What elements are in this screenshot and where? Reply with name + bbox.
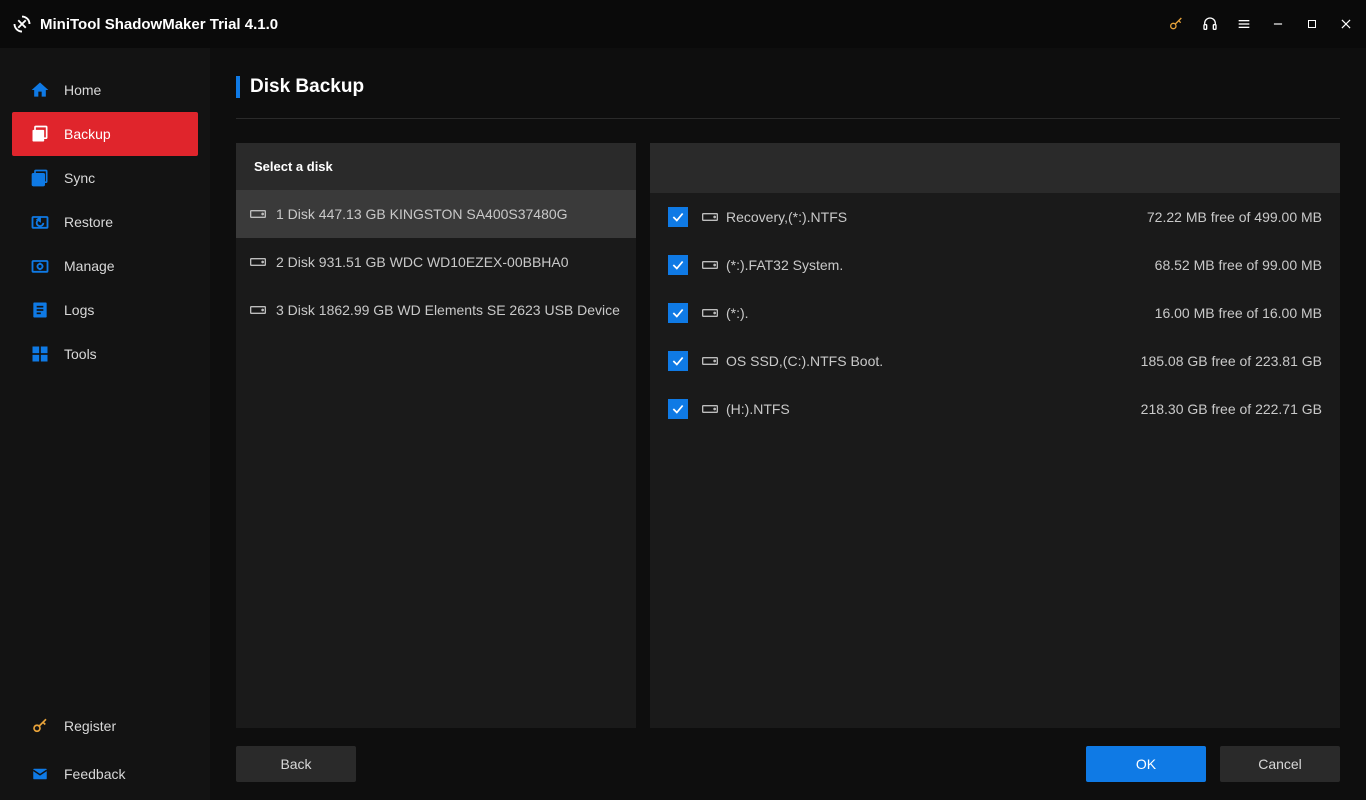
app-title: MiniTool ShadowMaker Trial 4.1.0 — [40, 16, 278, 33]
disk-label: 1 Disk 447.13 GB KINGSTON SA400S37480G — [276, 206, 568, 222]
checkbox-checked[interactable] — [668, 303, 688, 323]
sidebar-item-register[interactable]: Register — [12, 704, 198, 748]
cancel-button[interactable]: Cancel — [1220, 746, 1340, 782]
partition-name: (*:).FAT32 System. — [726, 257, 843, 273]
disk-icon — [250, 256, 266, 268]
sync-icon — [30, 168, 50, 188]
partition-row[interactable]: (H:).NTFS 218.30 GB free of 222.71 GB — [650, 385, 1340, 433]
partition-icon — [702, 259, 718, 271]
partition-size: 185.08 GB free of 223.81 GB — [1141, 353, 1322, 369]
partition-row[interactable]: (*:). 16.00 MB free of 16.00 MB — [650, 289, 1340, 337]
disk-label: 3 Disk 1862.99 GB WD Elements SE 2623 US… — [276, 302, 620, 318]
partition-icon — [702, 211, 718, 223]
footer-buttons: Back OK Cancel — [236, 746, 1340, 782]
minimize-icon[interactable] — [1270, 16, 1286, 32]
sidebar-item-label: Register — [64, 718, 116, 734]
disk-icon — [250, 208, 266, 220]
back-button[interactable]: Back — [236, 746, 356, 782]
titlebar: MiniTool ShadowMaker Trial 4.1.0 — [0, 0, 1366, 48]
partition-name: OS SSD,(C:).NTFS Boot. — [726, 353, 883, 369]
checkbox-checked[interactable] — [668, 207, 688, 227]
key-icon[interactable] — [1168, 16, 1184, 32]
sidebar-item-backup[interactable]: Backup — [12, 112, 198, 156]
back-button-label: Back — [280, 756, 311, 772]
partition-name: Recovery,(*:).NTFS — [726, 209, 847, 225]
sidebar-item-label: Tools — [64, 346, 97, 362]
headset-icon[interactable] — [1202, 16, 1218, 32]
main-content: Disk Backup Select a disk 1 Disk 447.13 … — [210, 48, 1366, 800]
partition-row[interactable]: Recovery,(*:).NTFS 72.22 MB free of 499.… — [650, 193, 1340, 241]
partition-icon — [702, 307, 718, 319]
sidebar-item-label: Feedback — [64, 766, 125, 782]
mail-icon — [30, 764, 50, 784]
disk-label: 2 Disk 931.51 GB WDC WD10EZEX-00BBHA0 — [276, 254, 569, 270]
select-disk-label: Select a disk — [236, 143, 636, 190]
checkbox-checked[interactable] — [668, 399, 688, 419]
backup-icon — [30, 124, 50, 144]
sidebar-item-label: Backup — [64, 126, 111, 142]
partition-panel-header — [650, 143, 1340, 193]
sidebar-item-home[interactable]: Home — [12, 68, 198, 112]
sidebar-item-restore[interactable]: Restore — [12, 200, 198, 244]
disk-list-panel: Select a disk 1 Disk 447.13 GB KINGSTON … — [236, 143, 636, 728]
disk-row[interactable]: 2 Disk 931.51 GB WDC WD10EZEX-00BBHA0 — [236, 238, 636, 286]
tools-icon — [30, 344, 50, 364]
ok-button-label: OK — [1136, 756, 1156, 772]
disk-row[interactable]: 1 Disk 447.13 GB KINGSTON SA400S37480G — [236, 190, 636, 238]
restore-icon — [30, 212, 50, 232]
page-header: Disk Backup — [236, 76, 1340, 119]
cancel-button-label: Cancel — [1258, 756, 1302, 772]
sidebar-item-feedback[interactable]: Feedback — [12, 752, 198, 796]
logs-icon — [30, 300, 50, 320]
ok-button[interactable]: OK — [1086, 746, 1206, 782]
partition-row[interactable]: OS SSD,(C:).NTFS Boot. 185.08 GB free of… — [650, 337, 1340, 385]
partition-icon — [702, 355, 718, 367]
partition-size: 16.00 MB free of 16.00 MB — [1155, 305, 1322, 321]
partition-size: 68.52 MB free of 99.00 MB — [1155, 257, 1322, 273]
app-logo-icon — [12, 14, 32, 34]
partition-row[interactable]: (*:).FAT32 System. 68.52 MB free of 99.0… — [650, 241, 1340, 289]
disk-icon — [250, 304, 266, 316]
manage-icon — [30, 256, 50, 276]
partition-size: 72.22 MB free of 499.00 MB — [1147, 209, 1322, 225]
home-icon — [30, 80, 50, 100]
sidebar-item-manage[interactable]: Manage — [12, 244, 198, 288]
sidebar-item-label: Restore — [64, 214, 113, 230]
partition-size: 218.30 GB free of 222.71 GB — [1141, 401, 1322, 417]
checkbox-checked[interactable] — [668, 255, 688, 275]
sidebar-item-label: Sync — [64, 170, 95, 186]
partition-name: (H:).NTFS — [726, 401, 790, 417]
key-icon — [30, 716, 50, 736]
close-icon[interactable] — [1338, 16, 1354, 32]
menu-icon[interactable] — [1236, 16, 1252, 32]
partition-icon — [702, 403, 718, 415]
page-title: Disk Backup — [250, 76, 364, 98]
disk-row[interactable]: 3 Disk 1862.99 GB WD Elements SE 2623 US… — [236, 286, 636, 334]
sidebar-item-tools[interactable]: Tools — [12, 332, 198, 376]
partition-list-panel: Recovery,(*:).NTFS 72.22 MB free of 499.… — [650, 143, 1340, 728]
sidebar-item-logs[interactable]: Logs — [12, 288, 198, 332]
window-controls — [1168, 16, 1354, 32]
sidebar-item-label: Manage — [64, 258, 115, 274]
partition-name: (*:). — [726, 305, 749, 321]
sidebar-item-label: Home — [64, 82, 101, 98]
sidebar-item-sync[interactable]: Sync — [12, 156, 198, 200]
checkbox-checked[interactable] — [668, 351, 688, 371]
sidebar: Home Backup Sync Restore Manage Logs Too… — [0, 48, 210, 800]
accent-bar — [236, 76, 240, 98]
sidebar-item-label: Logs — [64, 302, 94, 318]
maximize-icon[interactable] — [1304, 16, 1320, 32]
